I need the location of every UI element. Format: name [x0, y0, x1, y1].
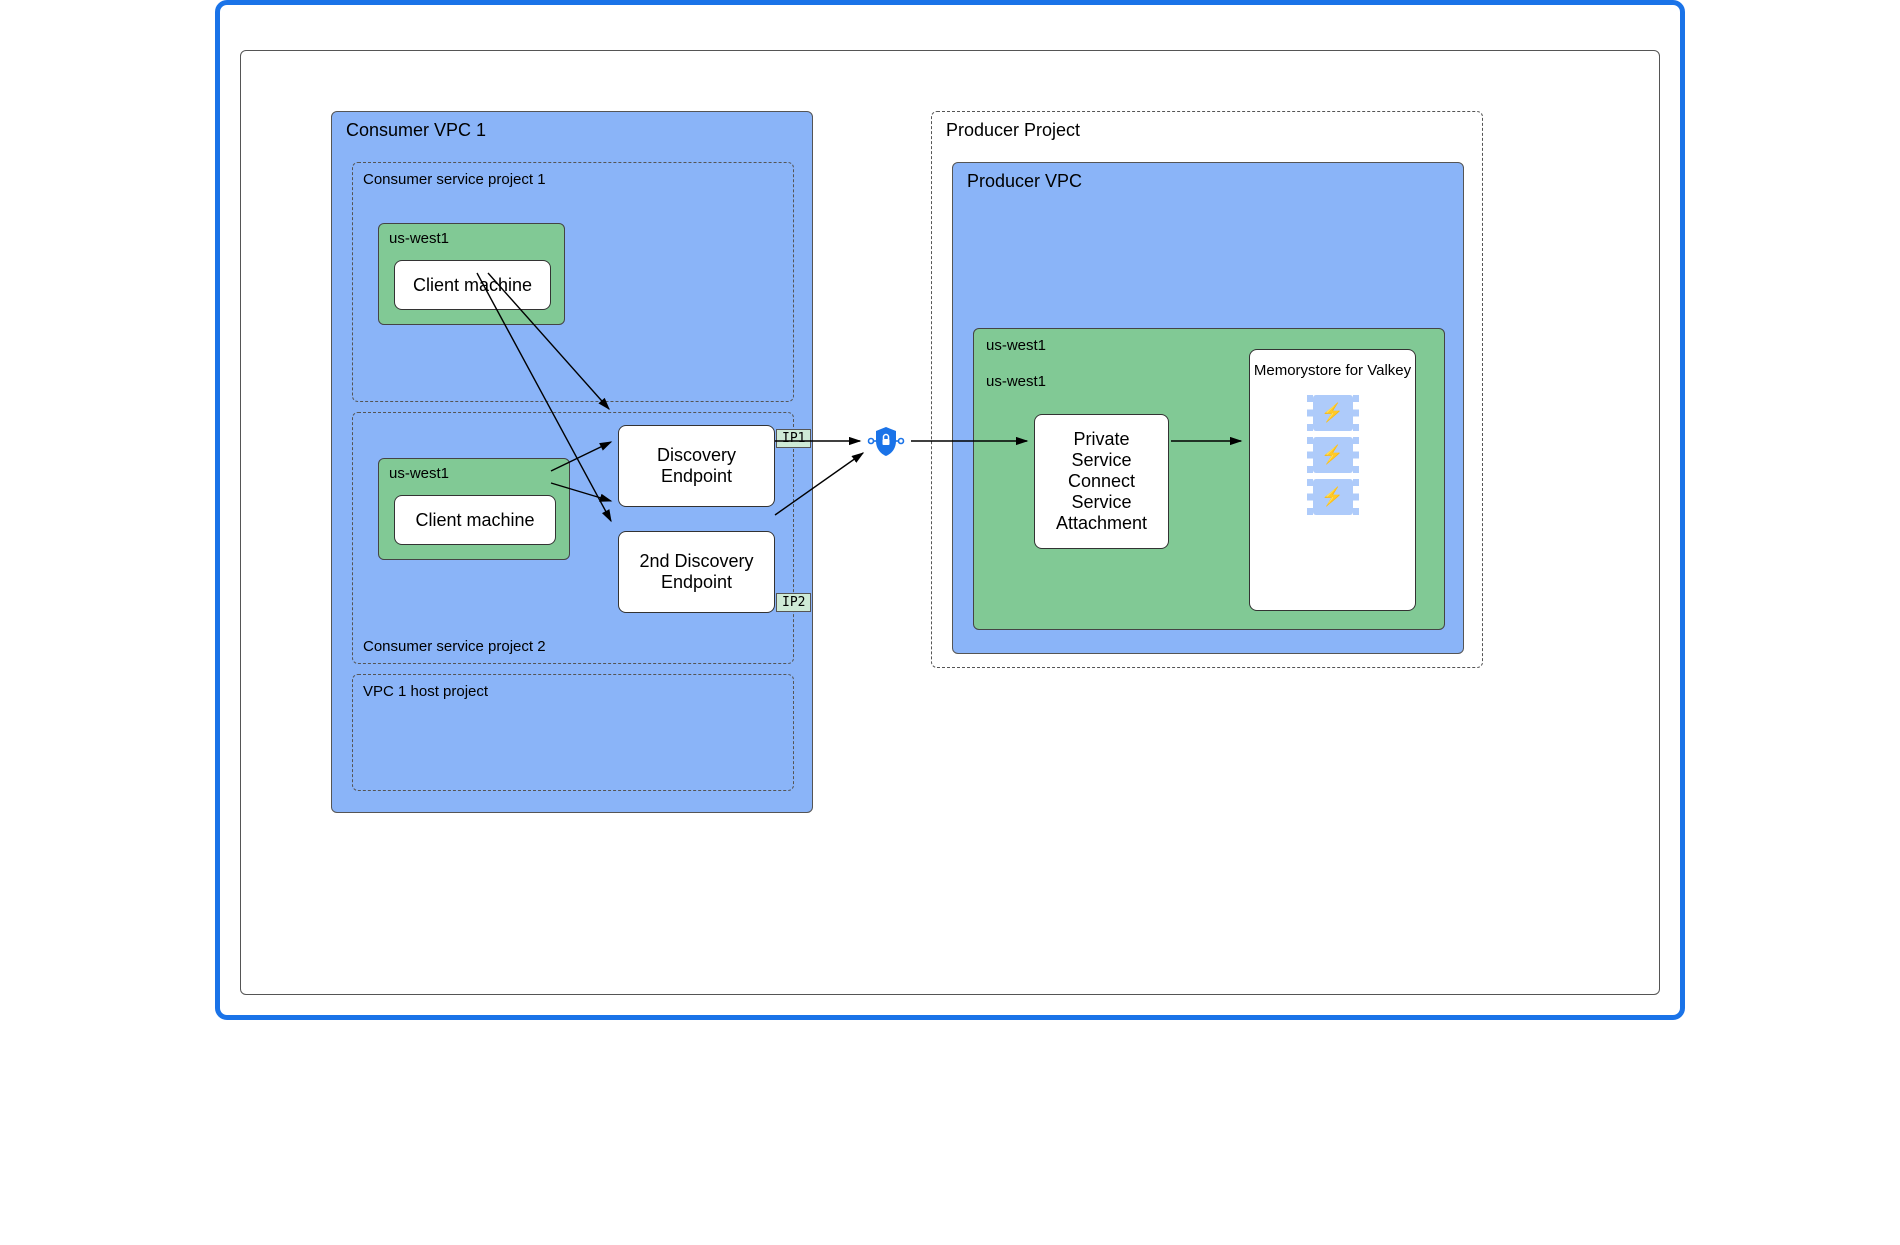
producer-region-inner-label: us-west1 [986, 373, 1046, 390]
memory-chip-icon: ⚡ [1313, 479, 1353, 515]
region-green-1: us-west1 Client machine [378, 223, 565, 325]
diagram-inner: Consumer VPC 1 Consumer service project … [240, 50, 1660, 995]
producer-project: Producer Project Producer VPC us-west1 u… [931, 111, 1483, 668]
region1-label: us-west1 [389, 230, 449, 247]
memory-chip-icon: ⚡ [1313, 395, 1353, 431]
google-cloud-logo: Google Cloud [240, 11, 379, 37]
vpc-host-project: VPC 1 host project [352, 674, 794, 791]
proj1-label: Consumer service project 1 [363, 171, 546, 188]
consumer-service-project-1: Consumer service project 1 us-west1 Clie… [352, 162, 794, 402]
producer-vpc-label: Producer VPC [967, 171, 1082, 192]
shield-lock-icon [866, 421, 906, 461]
memorystore-label: Memorystore for Valkey [1250, 362, 1415, 379]
producer-region: us-west1 us-west1 Private Service Connec… [973, 328, 1445, 630]
psc-service-attachment: Private Service Connect Service Attachme… [1034, 414, 1169, 549]
consumer-vpc: Consumer VPC 1 Consumer service project … [331, 111, 813, 813]
memory-chip-icon: ⚡ [1313, 437, 1353, 473]
client-machine-2: Client machine [394, 495, 556, 545]
discovery-endpoint: Discovery Endpoint [618, 425, 775, 507]
proj2-label: Consumer service project 2 [363, 638, 546, 655]
consumer-service-project-2: Consumer service project 2 us-west1 Clie… [352, 412, 794, 664]
region-green-2: us-west1 Client machine [378, 458, 570, 560]
consumer-vpc-label: Consumer VPC 1 [346, 120, 486, 141]
diagram-canvas: Google Cloud Consumer VPC 1 Consumer ser… [215, 0, 1685, 1020]
producer-region-label: us-west1 [986, 337, 1046, 354]
discovery-endpoint-2: 2nd Discovery Endpoint [618, 531, 775, 613]
region2-label: us-west1 [389, 465, 449, 482]
client-machine-1: Client machine [394, 260, 551, 310]
ip2-tag: IP2 [776, 593, 811, 612]
producer-project-label: Producer Project [946, 120, 1080, 141]
host-label: VPC 1 host project [363, 683, 488, 700]
ip1-tag: IP1 [776, 429, 811, 448]
producer-vpc: Producer VPC us-west1 us-west1 Private S… [952, 162, 1464, 654]
memorystore-valkey: Memorystore for Valkey ⚡ ⚡ ⚡ [1249, 349, 1416, 611]
